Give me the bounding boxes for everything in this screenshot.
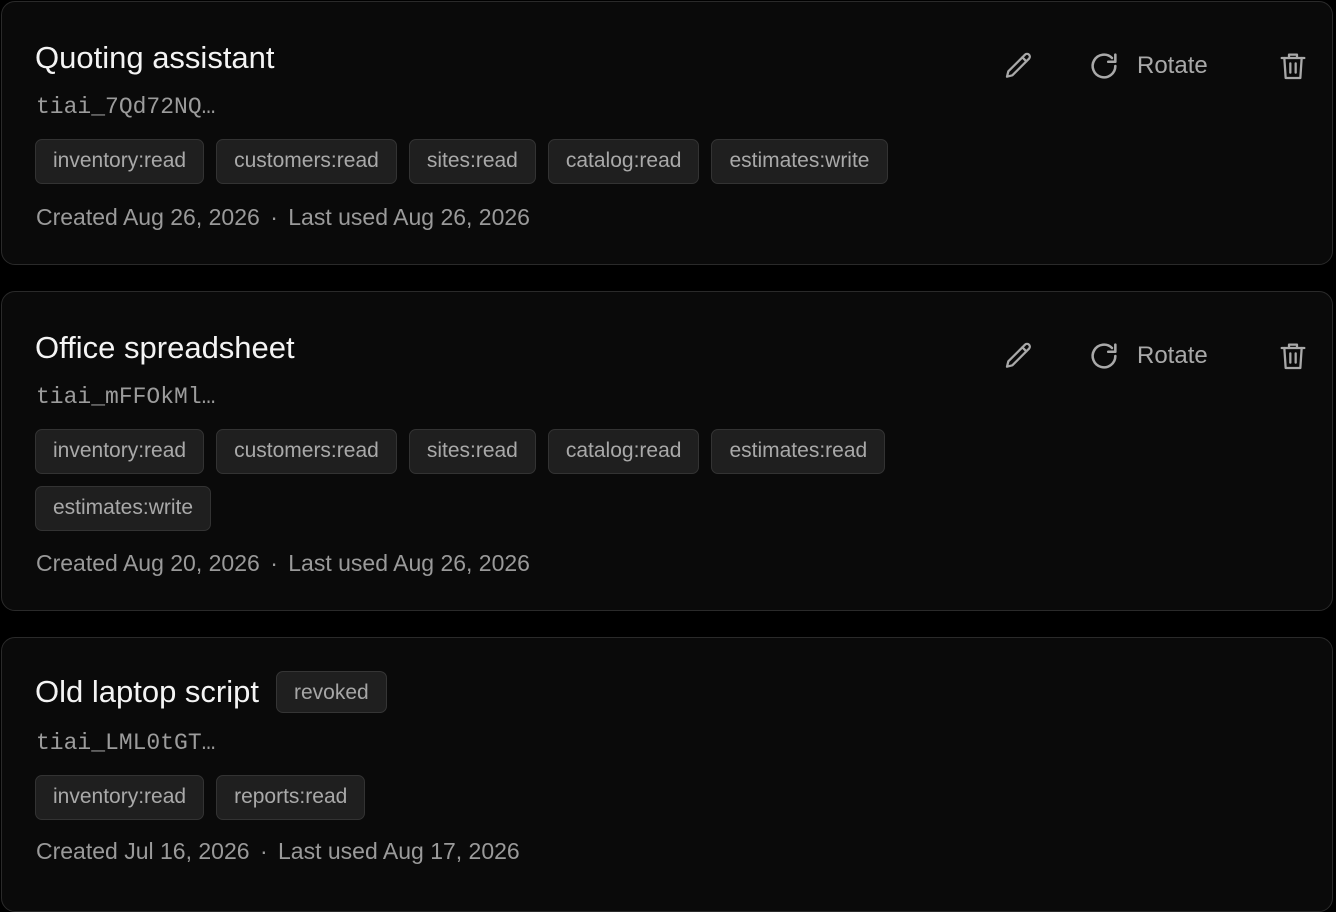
api-key-card: Old laptop script revoked tiai_LML0tGT… …: [1, 637, 1333, 912]
scope-tag: estimates:read: [711, 429, 886, 474]
created-label: Created: [36, 550, 118, 576]
edit-button[interactable]: [999, 46, 1039, 86]
scope-tag: estimates:write: [35, 486, 212, 531]
scope-tag: reports:read: [216, 775, 366, 820]
scope-tag: customers:read: [216, 429, 397, 474]
rotate-label: Rotate: [1137, 342, 1208, 369]
created-date: Jul 16, 2026: [124, 838, 250, 864]
status-badge: revoked: [276, 671, 387, 713]
created-date: Aug 20, 2026: [122, 550, 260, 576]
pencil-icon: [1005, 342, 1031, 368]
last-used-date: Aug 26, 2026: [393, 550, 530, 576]
scope-tag: catalog:read: [547, 139, 700, 184]
scope-list: inventory:read customers:read sites:read…: [35, 139, 935, 184]
card-title-row: Office spreadsheet: [35, 330, 295, 366]
created-label: Created: [36, 838, 118, 864]
last-used-label: Last used: [288, 550, 388, 576]
key-meta: Created Jul 16, 2026 · Last used Aug 17,…: [36, 837, 520, 865]
scope-tag: inventory:read: [35, 775, 205, 820]
key-name: Office spreadsheet: [35, 330, 295, 365]
last-used-date: Aug 26, 2026: [393, 204, 530, 230]
scope-tag: catalog:read: [547, 429, 700, 474]
card-title-row: Old laptop script revoked: [35, 671, 387, 713]
scope-tag: inventory:read: [35, 139, 205, 184]
trash-icon: [1280, 53, 1306, 80]
edit-button[interactable]: [999, 336, 1039, 376]
scope-tag: estimates:write: [711, 139, 888, 184]
refresh-icon: [1091, 343, 1117, 369]
key-prefix: tiai_mFFOkMl…: [36, 384, 216, 410]
api-key-card: Office spreadsheet tiai_mFFOkMl… invento…: [1, 291, 1333, 611]
card-actions: Rotate: [932, 336, 1332, 376]
scope-tag: sites:read: [408, 139, 536, 184]
scope-tag: customers:read: [216, 139, 397, 184]
scope-list: inventory:read customers:read sites:read…: [35, 429, 935, 531]
delete-button[interactable]: [1273, 336, 1313, 376]
card-title-row: Quoting assistant: [35, 40, 275, 76]
delete-button[interactable]: [1273, 46, 1313, 86]
meta-separator: ·: [270, 204, 278, 230]
key-name: Old laptop script: [35, 674, 259, 709]
meta-separator: ·: [270, 550, 278, 576]
last-used-label: Last used: [278, 838, 378, 864]
scope-list: inventory:read reports:read: [35, 775, 935, 820]
created-label: Created: [36, 204, 118, 230]
meta-separator: ·: [259, 838, 268, 864]
key-prefix: tiai_7Qd72NQ…: [36, 94, 216, 120]
trash-icon: [1280, 343, 1306, 370]
rotate-button[interactable]: Rotate: [1087, 46, 1208, 86]
created-date: Aug 26, 2026: [122, 204, 260, 230]
rotate-button[interactable]: Rotate: [1087, 336, 1208, 376]
card-actions: Rotate: [932, 46, 1332, 86]
api-key-card: Quoting assistant tiai_7Qd72NQ… inventor…: [1, 1, 1333, 265]
scope-tag: inventory:read: [35, 429, 205, 474]
key-prefix: tiai_LML0tGT…: [36, 730, 216, 756]
key-name: Quoting assistant: [35, 40, 275, 75]
last-used-date: Aug 17, 2026: [382, 838, 520, 864]
key-meta: Created Aug 26, 2026 · Last used Aug 26,…: [36, 203, 530, 231]
refresh-icon: [1091, 53, 1117, 79]
last-used-label: Last used: [288, 204, 388, 230]
scope-tag: sites:read: [408, 429, 536, 474]
rotate-label: Rotate: [1137, 52, 1208, 79]
key-meta: Created Aug 20, 2026 · Last used Aug 26,…: [36, 549, 530, 577]
pencil-icon: [1005, 52, 1031, 78]
